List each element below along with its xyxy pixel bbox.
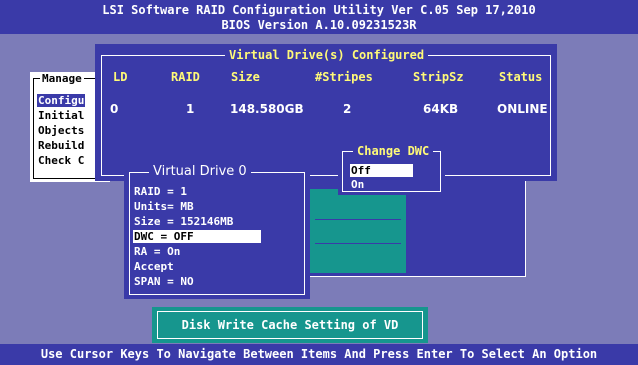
stripsz-value: 64KB xyxy=(423,102,459,116)
vd-item-raid[interactable]: RAID = 1 xyxy=(134,185,187,198)
change-dwc-title: Change DWC xyxy=(353,144,434,158)
dwc-option-off[interactable]: Off xyxy=(350,164,413,177)
menu-item-configure[interactable]: Configu xyxy=(37,94,86,107)
array-divider xyxy=(315,243,401,244)
virtual-drive-0-title: Virtual Drive 0 xyxy=(149,165,251,179)
raid-value: 1 xyxy=(186,102,195,116)
dwc-option-on[interactable]: On xyxy=(350,178,413,191)
size-value: 148.580GB xyxy=(230,102,304,116)
col-header-stripes: #Stripes xyxy=(315,70,373,84)
utility-title: LSI Software RAID Configuration Utility … xyxy=(102,3,536,17)
ld-value: 0 xyxy=(110,102,119,116)
vd-item-dwc[interactable]: DWC = OFF xyxy=(133,230,261,243)
col-header-ld: LD xyxy=(113,70,128,84)
menu-item-check-consistency[interactable]: Check C xyxy=(38,154,84,167)
array-divider xyxy=(315,219,401,220)
help-text: Disk Write Cache Setting of VD xyxy=(181,318,399,332)
management-menu-title: Manage xyxy=(40,72,84,85)
virtual-drives-title: Virtual Drive(s) Configured xyxy=(225,48,429,62)
menu-item-rebuild[interactable]: Rebuild xyxy=(38,139,84,152)
virtual-drives-panel: Virtual Drive(s) Configured LD RAID Size… xyxy=(95,44,557,181)
col-header-stripsz: StripSz xyxy=(413,70,464,84)
stripes-value: 2 xyxy=(343,102,352,116)
vd-item-span[interactable]: SPAN = NO xyxy=(134,275,194,288)
status-bar: Use Cursor Keys To Navigate Between Item… xyxy=(0,344,638,365)
col-header-raid: RAID xyxy=(171,70,200,84)
vd-item-ra[interactable]: RA = On xyxy=(134,245,180,258)
vd-item-size[interactable]: Size = 152146MB xyxy=(134,215,233,228)
status-value: ONLINE xyxy=(497,102,548,116)
change-dwc-popup: Change DWC Off On xyxy=(338,143,445,195)
bios-version: BIOS Version A.10.09231523R xyxy=(221,18,417,32)
menu-item-objects[interactable]: Objects xyxy=(38,124,84,137)
vd-item-units[interactable]: Units= MB xyxy=(134,200,194,213)
col-header-size: Size xyxy=(231,70,260,84)
help-box: Disk Write Cache Setting of VD xyxy=(152,307,428,343)
title-bar: LSI Software RAID Configuration Utility … xyxy=(0,0,638,34)
vd-item-accept[interactable]: Accept xyxy=(134,260,174,273)
col-header-status: Status xyxy=(499,70,543,84)
array-block-body xyxy=(310,208,406,273)
virtual-drive-0-panel: Virtual Drive 0 RAID = 1 Units= MB Size … xyxy=(124,163,310,299)
menu-item-initialize[interactable]: Initial xyxy=(38,109,84,122)
